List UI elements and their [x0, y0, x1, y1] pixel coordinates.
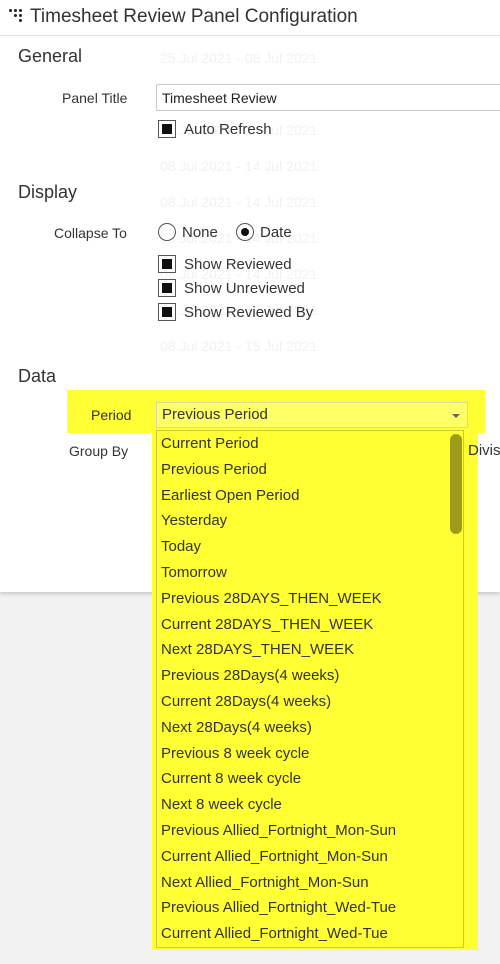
period-option[interactable]: Current Period — [157, 431, 463, 457]
period-select-value: Previous Period — [162, 406, 268, 423]
period-dropdown-list[interactable]: Current Period Previous Period Earliest Op… — [156, 430, 464, 948]
period-option[interactable]: Today — [157, 534, 463, 560]
drag-grip-icon[interactable] — [9, 9, 29, 25]
collapse-none-label: None — [182, 223, 218, 241]
auto-refresh-checkbox-row[interactable]: Auto Refresh — [158, 119, 272, 139]
show-unreviewed-checkbox-row[interactable]: Show Unreviewed — [158, 278, 305, 298]
period-option[interactable]: Current Allied_Fortnight_Mon-Sun — [157, 844, 463, 870]
panel-title-input[interactable] — [156, 84, 500, 111]
group-by-value-partial: Divis — [468, 442, 500, 459]
group-by-label: Group By — [69, 443, 129, 459]
chevron-down-icon[interactable] — [452, 414, 460, 418]
show-reviewed-checkbox[interactable] — [158, 255, 176, 273]
period-option[interactable]: Earliest Open Period — [157, 483, 463, 509]
period-option[interactable]: Yesterday — [157, 508, 463, 534]
auto-refresh-checkbox[interactable] — [158, 120, 176, 138]
period-option[interactable]: Current 28DAYS_THEN_WEEK — [157, 612, 463, 638]
period-select[interactable]: Previous Period — [156, 402, 468, 428]
period-option[interactable]: Next 8 week cycle — [157, 792, 463, 818]
collapse-date-radio[interactable] — [236, 223, 254, 241]
period-option[interactable]: Tomorrow — [157, 560, 463, 586]
period-option[interactable]: Previous Period — [157, 457, 463, 483]
auto-refresh-label: Auto Refresh — [184, 120, 272, 138]
period-option[interactable]: Next 28DAYS_THEN_WEEK — [157, 637, 463, 663]
show-unreviewed-checkbox[interactable] — [158, 279, 176, 297]
background-row: 08 Jul 2021 - 15 Jul 2021 — [160, 338, 318, 354]
period-option[interactable]: Current 28Days(4 weeks) — [157, 689, 463, 715]
period-option[interactable]: Current 8 week cycle — [157, 766, 463, 792]
period-option[interactable]: Previous Allied_Fortnight_Wed-Tue — [157, 895, 463, 921]
background-row: 08 Jul 2021 - 14 Jul 2021 — [160, 158, 318, 174]
background-row: 25 Jul 2021 - 08 Jul 2021 — [160, 50, 318, 66]
period-option[interactable]: Next Allied_Fortnight_Mon-Sun — [157, 870, 463, 896]
general-heading: General — [18, 46, 83, 66]
period-option[interactable]: Next 28Days(4 weeks) — [157, 715, 463, 741]
period-option[interactable]: Previous 28DAYS_THEN_WEEK — [157, 586, 463, 612]
period-option[interactable]: Current Allied_Fortnight_Wed-Tue — [157, 921, 463, 947]
period-option[interactable]: Previous 8 week cycle — [157, 741, 463, 767]
show-reviewed-by-label: Show Reviewed By — [184, 303, 314, 321]
collapse-none-radio[interactable] — [158, 223, 176, 241]
panel-config-title: Timesheet Review Panel Configuration — [30, 6, 358, 27]
data-heading: Data — [18, 366, 57, 386]
background-row: 08 Jul 2021 - 14 Jul 2021 — [160, 194, 318, 210]
show-reviewed-label: Show Reviewed — [184, 255, 292, 273]
show-reviewed-by-checkbox-row[interactable]: Show Reviewed By — [158, 302, 313, 322]
period-label: Period — [91, 407, 132, 423]
period-option[interactable]: Previous 28Days(4 weeks) — [157, 663, 463, 689]
collapse-date-radio-row[interactable]: Date — [236, 222, 292, 242]
collapse-none-radio-row[interactable]: None — [158, 222, 218, 242]
display-heading: Display — [18, 182, 78, 202]
show-reviewed-checkbox-row[interactable]: Show Reviewed — [158, 254, 292, 274]
collapse-to-label: Collapse To — [54, 225, 127, 241]
title-bar[interactable]: Timesheet Review Panel Configuration — [0, 0, 500, 36]
period-option[interactable]: Previous Allied_Fortnight_Mon-Sun — [157, 818, 463, 844]
show-reviewed-by-checkbox[interactable] — [158, 303, 176, 321]
show-unreviewed-label: Show Unreviewed — [184, 279, 305, 297]
dropdown-scroll-thumb[interactable] — [450, 434, 462, 534]
panel-title-label: Panel Title — [62, 90, 128, 106]
collapse-date-label: Date — [260, 223, 292, 241]
